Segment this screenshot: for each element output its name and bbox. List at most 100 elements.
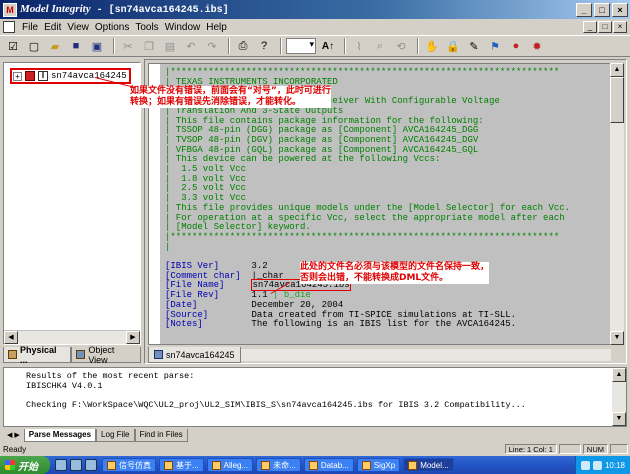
find-icon[interactable]: ⌕	[371, 38, 389, 54]
app-icon[interactable]: M	[3, 2, 17, 17]
save-icon[interactable]: ■	[67, 38, 85, 54]
book-icon	[8, 350, 17, 359]
doc-restore-button[interactable]: □	[598, 21, 612, 33]
tree-item-label: sn74avca164245	[51, 71, 127, 81]
scroll-down-icon[interactable]: ▼	[610, 331, 624, 345]
ie-icon[interactable]	[55, 459, 67, 471]
project-tree-panel: + I sn74avca164245 ◀ ▶	[3, 62, 141, 345]
explorer-icon[interactable]	[85, 459, 97, 471]
scroll-left-icon[interactable]: ◀	[4, 331, 18, 344]
paint-icon	[261, 460, 271, 470]
status-icon	[25, 71, 35, 81]
new-file-icon[interactable]: ▢	[25, 38, 43, 54]
network-icon[interactable]	[580, 460, 590, 470]
key-icon[interactable]: ✎	[465, 38, 483, 54]
output-vertical-scrollbar[interactable]: ▲ ▼	[612, 368, 626, 426]
minimize-button[interactable]: _	[576, 2, 592, 17]
waveform-icon[interactable]: ⌇	[350, 38, 368, 54]
menu-view[interactable]: View	[64, 22, 92, 33]
flag-icon[interactable]: ⚑	[486, 38, 504, 54]
doc-close-button[interactable]: ×	[613, 21, 627, 33]
title-bar[interactable]: M Model Integrity - [sn74avca164245.ibs]…	[0, 0, 630, 19]
code-line: [Notes] The following is an IBIS list fo…	[165, 319, 570, 330]
doc-minimize-button[interactable]: _	[583, 21, 597, 33]
scroll-down-icon[interactable]: ▼	[612, 412, 626, 426]
tab-next-icon[interactable]: ▶	[14, 431, 19, 439]
toolbar-separator	[417, 38, 419, 54]
scroll-up-icon[interactable]: ▲	[610, 63, 624, 77]
ibis-value: 3.2	[251, 261, 268, 272]
font-size-combo[interactable]	[286, 38, 316, 54]
open-folder-icon[interactable]: ▰	[46, 38, 64, 54]
output-pane[interactable]: Results of the most recent parse: IBISCHK…	[3, 367, 627, 427]
copy-icon[interactable]: ❐	[140, 38, 158, 54]
replace-icon[interactable]: ⟲	[392, 38, 410, 54]
toolbar-separator	[280, 38, 282, 54]
stop-icon[interactable]: ●	[507, 38, 525, 54]
save-all-icon[interactable]: ▣	[88, 38, 106, 54]
tab-parse-messages[interactable]: Parse Messages	[23, 428, 97, 442]
tree-horizontal-scrollbar[interactable]: ◀ ▶	[4, 330, 140, 344]
help-icon[interactable]: ?	[255, 38, 273, 54]
annotation-file-name: 此处的文件名必须与该模型的文件名保持一致， 否则会出错，不能转换成DML文件。	[300, 262, 490, 284]
tab-prev-icon[interactable]: ◀	[7, 431, 12, 439]
print-icon[interactable]: ⎙	[234, 38, 252, 54]
paste-icon[interactable]: ▤	[161, 38, 179, 54]
quick-launch	[55, 459, 97, 471]
ibis-keyword: [File Name]	[165, 280, 225, 291]
taskbar-item[interactable]: 基于...	[159, 458, 204, 472]
scroll-thumb[interactable]	[610, 77, 624, 123]
check-icon[interactable]: ☑	[4, 38, 22, 54]
status-bar: Ready Line: 1 Col: 1 NUM	[0, 443, 630, 455]
editor-file-tab[interactable]: sn74avca164245	[148, 347, 241, 363]
cut-icon[interactable]: ✂	[119, 38, 137, 54]
ibis-value: The following is an IBIS list for the AV…	[251, 319, 517, 330]
status-empty	[558, 444, 581, 454]
status-num: NUM	[582, 444, 608, 454]
ibis-value: Data created from TI-SPICE simulations a…	[251, 309, 517, 320]
scroll-up-icon[interactable]: ▲	[612, 368, 626, 382]
menu-help[interactable]: Help	[203, 22, 230, 33]
maximize-button[interactable]: □	[594, 2, 610, 17]
ibis-keyword: [Source]	[165, 309, 209, 320]
status-position: Line: 1 Col: 1	[504, 444, 557, 454]
menu-tools[interactable]: Tools	[132, 22, 161, 33]
lock-icon[interactable]: 🔒	[444, 38, 462, 54]
taskbar-item[interactable]: 信号仿真	[102, 458, 156, 472]
undo-icon[interactable]: ↶	[182, 38, 200, 54]
font-button[interactable]: A↑	[319, 38, 337, 54]
document-icon	[164, 460, 173, 470]
desktop-icon[interactable]	[70, 459, 82, 471]
menu-options[interactable]: Options	[92, 22, 132, 33]
toolbar: ☑ ▢ ▰ ■ ▣ ✂ ❐ ▤ ↶ ↷ ⎙ ? A↑ ⌇ ⌕ ⟲ ✋ 🔒 ✎ ⚑…	[0, 35, 630, 57]
menu-file[interactable]: File	[19, 22, 41, 33]
scroll-right-icon[interactable]: ▶	[126, 331, 140, 344]
menu-edit[interactable]: Edit	[41, 22, 64, 33]
run-icon[interactable]: ✋	[423, 38, 441, 54]
taskbar-item[interactable]: Alleg...	[206, 458, 254, 472]
redo-icon[interactable]: ↷	[203, 38, 221, 54]
file-icon	[154, 350, 163, 359]
annotation-check-mark: 如果文件没有错误，前面会有“对号”，此时可进行 转换；如果有错误先消除错误，才能…	[130, 86, 331, 108]
tab-object-view[interactable]: Object View	[71, 345, 141, 365]
tab-find-in-files[interactable]: Find in Files	[134, 428, 188, 442]
output-line: Checking F:\WorkSpace\WQC\UL2_proj\UL2_S…	[26, 399, 526, 410]
bug-icon[interactable]: ✹	[528, 38, 546, 54]
tab-log-file[interactable]: Log File	[96, 428, 135, 442]
start-button[interactable]: 开始	[0, 456, 50, 474]
taskbar-item-active[interactable]: Model...	[403, 458, 454, 472]
close-button[interactable]: ×	[612, 2, 628, 17]
object-icon	[76, 350, 86, 359]
taskbar-item[interactable]: SigXp	[356, 458, 401, 472]
document-icon[interactable]	[3, 21, 15, 33]
taskbar-item[interactable]: Datab...	[303, 458, 354, 472]
taskbar-item[interactable]: 未命...	[256, 458, 301, 472]
expand-icon[interactable]: +	[13, 71, 22, 81]
tab-physical[interactable]: Physical ...	[3, 345, 72, 365]
volume-icon[interactable]	[592, 460, 602, 470]
menu-window[interactable]: Window	[162, 22, 204, 33]
allegro-icon	[211, 460, 221, 470]
clock[interactable]: 10:18	[605, 461, 625, 470]
editor-vertical-scrollbar[interactable]: ▲ ▼	[610, 63, 624, 345]
toolbar-separator	[113, 38, 115, 54]
